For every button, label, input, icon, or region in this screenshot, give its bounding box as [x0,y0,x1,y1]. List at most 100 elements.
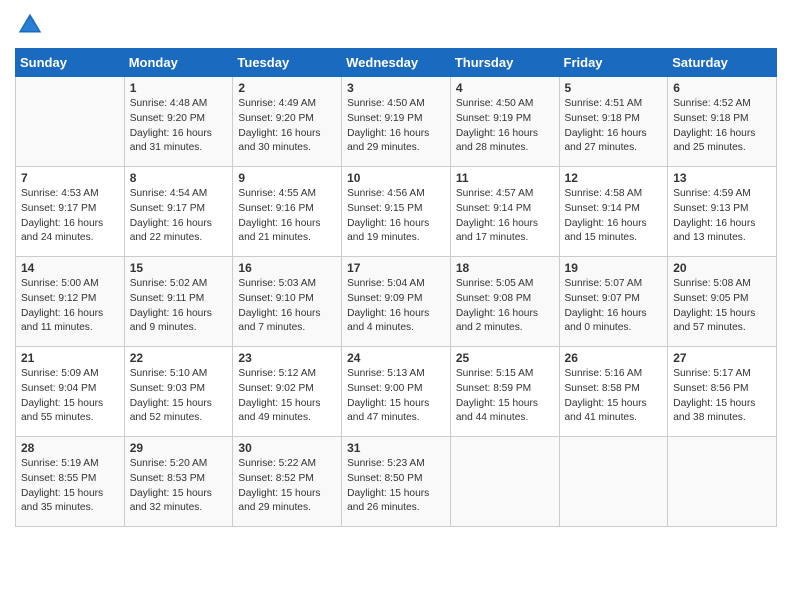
page-header [15,10,777,40]
calendar-cell: 11 Sunrise: 4:57 AM Sunset: 9:14 PM Dayli… [450,167,559,257]
calendar-cell: 14 Sunrise: 5:00 AM Sunset: 9:12 PM Dayli… [16,257,125,347]
day-info: Sunrise: 4:56 AM Sunset: 9:15 PM Dayligh… [347,187,445,246]
calendar-cell: 13 Sunrise: 4:59 AM Sunset: 9:13 PM Dayli… [668,167,777,257]
day-info: Sunrise: 4:55 AM Sunset: 9:16 PM Dayligh… [238,187,336,246]
calendar-cell [559,437,668,527]
calendar-cell: 4Sunrise: 4:50 AM Sunset: 9:19 PM Daylig… [450,77,559,167]
day-info: Sunrise: 5:02 AM Sunset: 9:11 PM Dayligh… [130,277,228,336]
day-info: Sunrise: 5:04 AM Sunset: 9:09 PM Dayligh… [347,277,445,336]
calendar-cell: 10Sunrise: 4:56 AM Sunset: 9:15 PM Dayli… [342,167,451,257]
day-info: Sunrise: 5:15 AM Sunset: 8:59 PM Dayligh… [456,367,554,426]
day-info: Sunrise: 5:00 AM Sunset: 9:12 PM Dayligh… [21,277,119,336]
calendar-cell: 30 Sunrise: 5:22 AM Sunset: 8:52 PM Dayli… [233,437,342,527]
calendar-cell: 22 Sunrise: 5:10 AM Sunset: 9:03 PM Dayli… [124,347,233,437]
calendar-cell: 17 Sunrise: 5:04 AM Sunset: 9:09 PM Dayli… [342,257,451,347]
calendar-cell: 18 Sunrise: 5:05 AM Sunset: 9:08 PM Dayli… [450,257,559,347]
day-info: Sunrise: 5:17 AM Sunset: 8:56 PM Dayligh… [673,367,771,426]
calendar-cell: 21 Sunrise: 5:09 AM Sunset: 9:04 PM Dayli… [16,347,125,437]
calendar-week-5: 28Sunrise: 5:19 AM Sunset: 8:55 PM Dayli… [16,437,777,527]
day-number: 28 [21,441,119,455]
header-day-thursday: Thursday [450,49,559,77]
day-number: 22 [130,351,228,365]
calendar-cell: 25 Sunrise: 5:15 AM Sunset: 8:59 PM Dayli… [450,347,559,437]
calendar-week-4: 21 Sunrise: 5:09 AM Sunset: 9:04 PM Dayli… [16,347,777,437]
calendar-cell: 15 Sunrise: 5:02 AM Sunset: 9:11 PM Dayli… [124,257,233,347]
calendar-cell: 9Sunrise: 4:55 AM Sunset: 9:16 PM Daylig… [233,167,342,257]
day-number: 5 [565,81,663,95]
day-info: Sunrise: 4:50 AM Sunset: 9:19 PM Dayligh… [456,97,554,156]
day-info: Sunrise: 5:16 AM Sunset: 8:58 PM Dayligh… [565,367,663,426]
calendar-week-2: 7Sunrise: 4:53 AM Sunset: 9:17 PM Daylig… [16,167,777,257]
calendar-cell [668,437,777,527]
day-number: 24 [347,351,445,365]
day-info: Sunrise: 4:52 AM Sunset: 9:18 PM Dayligh… [673,97,771,156]
day-info: Sunrise: 5:12 AM Sunset: 9:02 PM Dayligh… [238,367,336,426]
day-info: Sunrise: 5:13 AM Sunset: 9:00 PM Dayligh… [347,367,445,426]
day-number: 6 [673,81,771,95]
day-number: 18 [456,261,554,275]
calendar-body: 1Sunrise: 4:48 AM Sunset: 9:20 PM Daylig… [16,77,777,527]
day-info: Sunrise: 4:54 AM Sunset: 9:17 PM Dayligh… [130,187,228,246]
calendar-cell: 19 Sunrise: 5:07 AM Sunset: 9:07 PM Dayli… [559,257,668,347]
calendar-cell: 5 Sunrise: 4:51 AM Sunset: 9:18 PM Daylig… [559,77,668,167]
day-number: 30 [238,441,336,455]
calendar-cell: 3Sunrise: 4:50 AM Sunset: 9:19 PM Daylig… [342,77,451,167]
calendar-cell: 2Sunrise: 4:49 AM Sunset: 9:20 PM Daylig… [233,77,342,167]
calendar-cell: 16 Sunrise: 5:03 AM Sunset: 9:10 PM Dayli… [233,257,342,347]
day-info: Sunrise: 5:05 AM Sunset: 9:08 PM Dayligh… [456,277,554,336]
calendar-cell: 27 Sunrise: 5:17 AM Sunset: 8:56 PM Dayli… [668,347,777,437]
calendar-cell: 29 Sunrise: 5:20 AM Sunset: 8:53 PM Dayli… [124,437,233,527]
day-number: 8 [130,171,228,185]
day-number: 15 [130,261,228,275]
day-info: Sunrise: 5:07 AM Sunset: 9:07 PM Dayligh… [565,277,663,336]
day-number: 19 [565,261,663,275]
day-info: Sunrise: 5:09 AM Sunset: 9:04 PM Dayligh… [21,367,119,426]
header-day-wednesday: Wednesday [342,49,451,77]
day-info: Sunrise: 4:49 AM Sunset: 9:20 PM Dayligh… [238,97,336,156]
day-info: Sunrise: 5:22 AM Sunset: 8:52 PM Dayligh… [238,457,336,516]
calendar-cell: 24 Sunrise: 5:13 AM Sunset: 9:00 PM Dayli… [342,347,451,437]
day-number: 16 [238,261,336,275]
header-day-saturday: Saturday [668,49,777,77]
day-number: 12 [565,171,663,185]
header-day-sunday: Sunday [16,49,125,77]
logo [15,10,49,40]
day-info: Sunrise: 4:48 AM Sunset: 9:20 PM Dayligh… [130,97,228,156]
day-info: Sunrise: 5:03 AM Sunset: 9:10 PM Dayligh… [238,277,336,336]
day-number: 14 [21,261,119,275]
day-info: Sunrise: 5:10 AM Sunset: 9:03 PM Dayligh… [130,367,228,426]
day-number: 17 [347,261,445,275]
day-number: 21 [21,351,119,365]
calendar-table: SundayMondayTuesdayWednesdayThursdayFrid… [15,48,777,527]
calendar-cell: 26 Sunrise: 5:16 AM Sunset: 8:58 PM Dayli… [559,347,668,437]
day-number: 7 [21,171,119,185]
day-number: 25 [456,351,554,365]
calendar-cell: 1Sunrise: 4:48 AM Sunset: 9:20 PM Daylig… [124,77,233,167]
day-info: Sunrise: 4:51 AM Sunset: 9:18 PM Dayligh… [565,97,663,156]
header-day-friday: Friday [559,49,668,77]
day-number: 20 [673,261,771,275]
day-info: Sunrise: 4:50 AM Sunset: 9:19 PM Dayligh… [347,97,445,156]
calendar-cell [16,77,125,167]
day-info: Sunrise: 5:23 AM Sunset: 8:50 PM Dayligh… [347,457,445,516]
header-row: SundayMondayTuesdayWednesdayThursdayFrid… [16,49,777,77]
day-info: Sunrise: 5:20 AM Sunset: 8:53 PM Dayligh… [130,457,228,516]
day-info: Sunrise: 4:57 AM Sunset: 9:14 PM Dayligh… [456,187,554,246]
day-number: 29 [130,441,228,455]
calendar-cell: 31 Sunrise: 5:23 AM Sunset: 8:50 PM Dayli… [342,437,451,527]
calendar-cell: 28Sunrise: 5:19 AM Sunset: 8:55 PM Dayli… [16,437,125,527]
day-number: 27 [673,351,771,365]
calendar-week-1: 1Sunrise: 4:48 AM Sunset: 9:20 PM Daylig… [16,77,777,167]
calendar-cell: 20 Sunrise: 5:08 AM Sunset: 9:05 PM Dayli… [668,257,777,347]
day-info: Sunrise: 4:58 AM Sunset: 9:14 PM Dayligh… [565,187,663,246]
day-number: 26 [565,351,663,365]
day-info: Sunrise: 4:59 AM Sunset: 9:13 PM Dayligh… [673,187,771,246]
day-number: 13 [673,171,771,185]
day-info: Sunrise: 5:08 AM Sunset: 9:05 PM Dayligh… [673,277,771,336]
calendar-week-3: 14 Sunrise: 5:00 AM Sunset: 9:12 PM Dayli… [16,257,777,347]
calendar-cell: 12 Sunrise: 4:58 AM Sunset: 9:14 PM Dayli… [559,167,668,257]
day-number: 11 [456,171,554,185]
day-number: 23 [238,351,336,365]
day-number: 31 [347,441,445,455]
logo-icon [15,10,45,40]
